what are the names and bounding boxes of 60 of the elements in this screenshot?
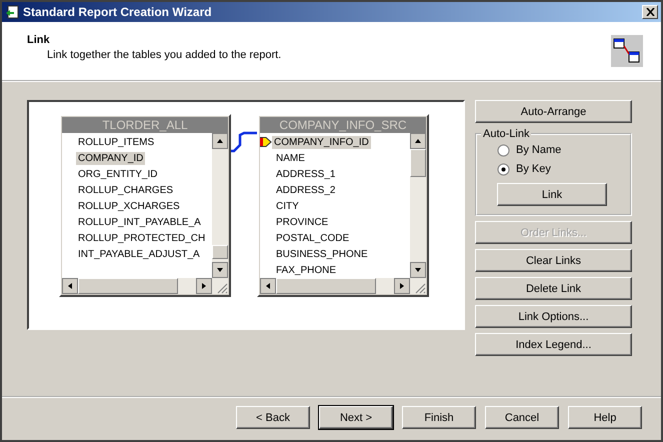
field-item[interactable]: ROLLUP_PROTECTED_CH: [76, 232, 208, 244]
page-subtitle: Link together the tables you added to the report.: [46, 48, 282, 60]
field-item[interactable]: BUSINESS_PHONE: [274, 248, 370, 260]
footer-button[interactable]: Help: [568, 406, 642, 429]
field-item[interactable]: NAME: [274, 152, 307, 164]
field-item[interactable]: COMPANY_INFO_ID: [272, 136, 371, 148]
scroll-thumb[interactable]: [276, 278, 376, 294]
footer-button[interactable]: < Back: [236, 406, 310, 429]
field-item[interactable]: ORG_ENTITY_ID: [76, 168, 160, 180]
scroll-up-icon: [410, 133, 426, 149]
linked-tables-icon: [611, 35, 643, 67]
radio-button[interactable]: [497, 162, 510, 176]
side-button[interactable]: Delete Link: [475, 277, 632, 300]
scroll-up-icon: [212, 133, 228, 149]
close-button[interactable]: [642, 5, 658, 19]
horizontal-scrollbar[interactable]: [260, 278, 426, 294]
vertical-scrollbar[interactable]: [410, 133, 426, 278]
page-title: Link: [27, 34, 51, 46]
window-title: Standard Report Creation Wizard: [23, 5, 213, 19]
table-box[interactable]: TLORDER_ALL ROLLUP_ITEMS COMPANY_ID ORG_ENTITY_ID ROLLUP_CHARGES ROLLUP_XCHARGES ROLLUP_INT_PAYABLE_A ROLLUP_PROTECTED_CH INT_PAYABLE_ADJUST_A: [59, 114, 231, 297]
scroll-left-icon: [260, 278, 276, 294]
field-item[interactable]: ROLLUP_CHARGES: [76, 184, 176, 196]
link-button[interactable]: Link: [497, 183, 607, 206]
radio-label[interactable]: By Name: [516, 144, 562, 156]
field-item[interactable]: ROLLUP_INT_PAYABLE_A: [76, 216, 203, 228]
field-item[interactable]: ROLLUP_ITEMS: [76, 136, 156, 148]
table-title: TLORDER_ALL: [62, 117, 228, 133]
footer-button[interactable]: Finish: [402, 406, 476, 429]
vertical-scrollbar[interactable]: [212, 133, 228, 278]
table-box[interactable]: COMPANY_INFO_SRC COMPANY_INFO_ID NAME ADDRESS_1 ADDRESS_2 CITY PROVINCE POSTAL_CODE BUSINESS_PHONE FAX_PHONE: [257, 114, 429, 297]
field-item[interactable]: COMPANY_ID: [76, 152, 146, 164]
field-item[interactable]: POSTAL_CODE: [274, 232, 352, 244]
field-item[interactable]: ADDRESS_2: [274, 184, 338, 196]
scroll-down-icon: [212, 262, 228, 278]
field-item[interactable]: CITY: [274, 200, 301, 212]
scroll-left-icon: [62, 278, 78, 294]
scroll-right-icon: [196, 278, 212, 294]
radio-label[interactable]: By Key: [516, 163, 551, 175]
scroll-thumb[interactable]: [78, 278, 178, 294]
footer-button[interactable]: Cancel: [485, 406, 559, 429]
scroll-right-icon: [394, 278, 410, 294]
radio-button[interactable]: [497, 144, 510, 156]
table-title: COMPANY_INFO_SRC: [260, 117, 426, 133]
group-title: Auto-Link: [482, 128, 530, 140]
horizontal-scrollbar[interactable]: [62, 278, 228, 294]
side-button[interactable]: Link Options...: [475, 305, 632, 328]
side-button[interactable]: Index Legend...: [475, 333, 632, 356]
auto-arrange-button[interactable]: Auto-Arrange: [475, 100, 632, 123]
side-button[interactable]: Clear Links: [475, 249, 632, 272]
field-item[interactable]: ROLLUP_XCHARGES: [76, 200, 182, 212]
scroll-down-icon: [410, 262, 426, 278]
field-item[interactable]: ADDRESS_1: [274, 168, 338, 180]
scroll-thumb[interactable]: [212, 245, 228, 259]
field-item[interactable]: PROVINCE: [274, 216, 330, 228]
close-icon: [646, 8, 654, 16]
field-item[interactable]: FAX_PHONE: [274, 264, 338, 276]
field-item[interactable]: INT_PAYABLE_ADJUST_A: [76, 248, 202, 260]
scroll-thumb[interactable]: [410, 149, 426, 177]
footer-button[interactable]: Next >: [319, 406, 393, 429]
app-icon: [5, 5, 19, 19]
